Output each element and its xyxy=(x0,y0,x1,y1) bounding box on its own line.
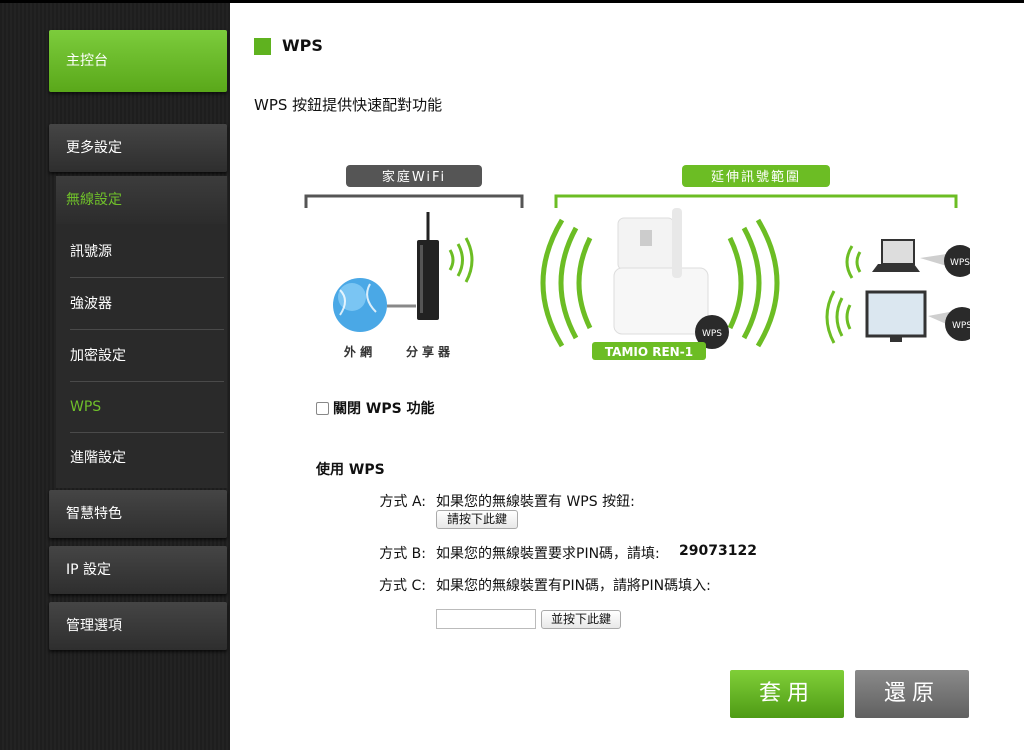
method-a-label: 方式 A: xyxy=(379,494,427,510)
nav-ip-settings[interactable]: IP 設定 xyxy=(49,546,227,594)
top-border xyxy=(230,0,1024,3)
nav-advanced[interactable]: 進階設定 xyxy=(70,432,224,484)
laptop-wps-badge: WPS xyxy=(950,258,970,268)
disable-wps-checkbox[interactable] xyxy=(316,401,329,415)
globe-icon xyxy=(333,278,416,332)
reset-button[interactable]: 還原 xyxy=(855,670,969,718)
main-content: WPS WPS 按鈕提供快速配對功能 家庭WiFi 延伸訊號範圍 外 網 分享器… xyxy=(230,0,1024,750)
nav-wps[interactable]: WPS xyxy=(70,381,224,433)
extend-range-label: 延伸訊號範圍 xyxy=(711,170,801,185)
method-a-text: 如果您的無線裝置有 WPS 按鈕: xyxy=(436,494,635,510)
nav-signal-source[interactable]: 訊號源 xyxy=(70,226,224,278)
push-button-c[interactable]: 並按下此鍵 xyxy=(541,610,621,629)
method-c-label: 方式 C: xyxy=(379,578,426,594)
internet-label: 外 網 xyxy=(344,344,372,359)
nav-dashboard[interactable]: 主控台 xyxy=(49,30,227,92)
tv-wps-badge: WPS xyxy=(952,321,970,331)
tv-icon: WPS xyxy=(825,290,970,344)
method-b-label: 方式 B: xyxy=(379,546,426,562)
extender-icon: WPS TAMIO REN-1 xyxy=(540,208,780,360)
wps-diagram: 家庭WiFi 延伸訊號範圍 外 網 分享器 WPS TAMIO REN-1 WP… xyxy=(304,165,970,360)
router-icon xyxy=(417,212,474,320)
nav-management[interactable]: 管理選項 xyxy=(49,602,227,650)
nav-more-settings[interactable]: 更多設定 xyxy=(49,124,227,172)
home-wifi-bracket: 家庭WiFi xyxy=(304,165,524,208)
extend-range-bracket: 延伸訊號範圍 xyxy=(554,165,958,208)
method-c-text: 如果您的無線裝置有PIN碼，請將PIN碼填入: xyxy=(436,578,711,594)
method-a: 方式 A: 如果您的無線裝置有 WPS 按鈕: xyxy=(346,491,946,511)
method-b: 方式 B: 如果您的無線裝置要求PIN碼，請填: 29073122 xyxy=(346,543,946,563)
pin-input[interactable] xyxy=(436,609,536,629)
method-b-pin: 29073122 xyxy=(679,543,757,559)
laptop-icon: WPS xyxy=(845,239,970,279)
sidebar: 主控台 更多設定 無線設定 訊號源 強波器 加密設定 WPS 進階設定 智慧特色… xyxy=(0,0,230,750)
page-title: WPS xyxy=(282,36,323,55)
nav-wireless-settings[interactable]: 無線設定 xyxy=(56,176,227,224)
disable-wps-row: 關閉 WPS 功能 xyxy=(316,398,435,418)
home-wifi-label: 家庭WiFi xyxy=(382,169,446,185)
nav-encryption[interactable]: 加密設定 xyxy=(70,330,224,382)
method-c: 方式 C: 如果您的無線裝置有PIN碼，請將PIN碼填入: xyxy=(346,575,946,595)
disable-wps-label[interactable]: 關閉 WPS 功能 xyxy=(333,398,435,418)
apply-button[interactable]: 套用 xyxy=(730,670,844,718)
router-label: 分享器 xyxy=(406,344,454,359)
nav-smart-features[interactable]: 智慧特色 xyxy=(49,490,227,538)
page-description: WPS 按鈕提供快速配對功能 xyxy=(254,96,443,114)
device-label: TAMIO REN-1 xyxy=(605,345,693,359)
title-marker xyxy=(254,38,271,55)
extender-wps-badge: WPS xyxy=(702,329,722,339)
top-border xyxy=(0,0,230,3)
push-button-a[interactable]: 請按下此鍵 xyxy=(436,510,518,529)
nav-repeater[interactable]: 強波器 xyxy=(70,278,224,330)
method-b-text: 如果您的無線裝置要求PIN碼，請填: xyxy=(436,546,660,562)
use-wps-heading: 使用 WPS xyxy=(316,462,385,478)
